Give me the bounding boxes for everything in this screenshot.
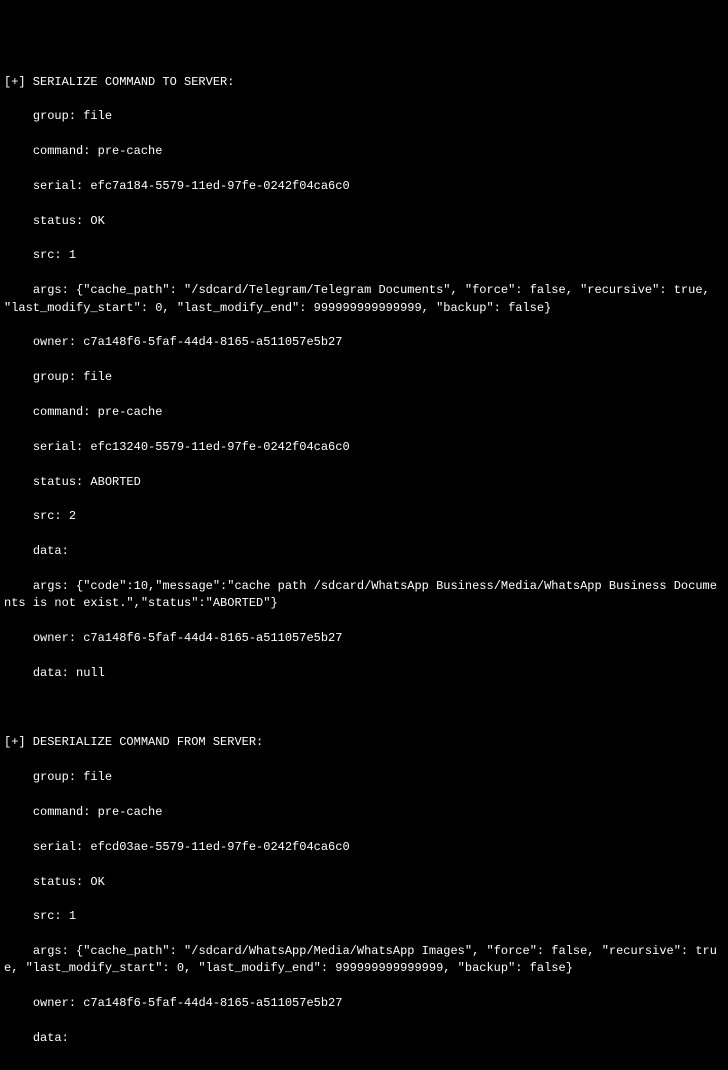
field-owner: owner: c7a148f6-5faf-44d4-8165-a511057e5…: [4, 334, 724, 351]
field-group: group: file: [4, 769, 724, 786]
field-serial: serial: efc7a184-5579-11ed-97fe-0242f04c…: [4, 178, 724, 195]
field-src: src: 1: [4, 908, 724, 925]
field-src: src: 1: [4, 247, 724, 264]
field-serial: serial: efcd03ae-5579-11ed-97fe-0242f04c…: [4, 839, 724, 856]
field-data: data: null: [4, 665, 724, 682]
field-command: command: pre-cache: [4, 143, 724, 160]
field-data: data:: [4, 1030, 724, 1047]
field-status: status: OK: [4, 213, 724, 230]
field-group: group: file: [4, 108, 724, 125]
field-args: args: {"cache_path": "/sdcard/Telegram/T…: [4, 282, 724, 317]
field-group: group: file: [4, 369, 724, 386]
serialize-header: [+] SERIALIZE COMMAND TO SERVER:: [4, 74, 724, 91]
field-serial: serial: efc13240-5579-11ed-97fe-0242f04c…: [4, 439, 724, 456]
field-command: command: pre-cache: [4, 404, 724, 421]
field-status: status: OK: [4, 874, 724, 891]
field-owner: owner: c7a148f6-5faf-44d4-8165-a511057e5…: [4, 630, 724, 647]
field-status: status: ABORTED: [4, 474, 724, 491]
field-src: src: 2: [4, 508, 724, 525]
deserialize-header: [+] DESERIALIZE COMMAND FROM SERVER:: [4, 734, 724, 751]
field-args: args: {"cache_path": "/sdcard/WhatsApp/M…: [4, 943, 724, 978]
blank-line: [4, 700, 724, 717]
field-data: data:: [4, 543, 724, 560]
field-owner: owner: c7a148f6-5faf-44d4-8165-a511057e5…: [4, 995, 724, 1012]
field-args: args: {"code":10,"message":"cache path /…: [4, 578, 724, 613]
field-command: command: pre-cache: [4, 804, 724, 821]
